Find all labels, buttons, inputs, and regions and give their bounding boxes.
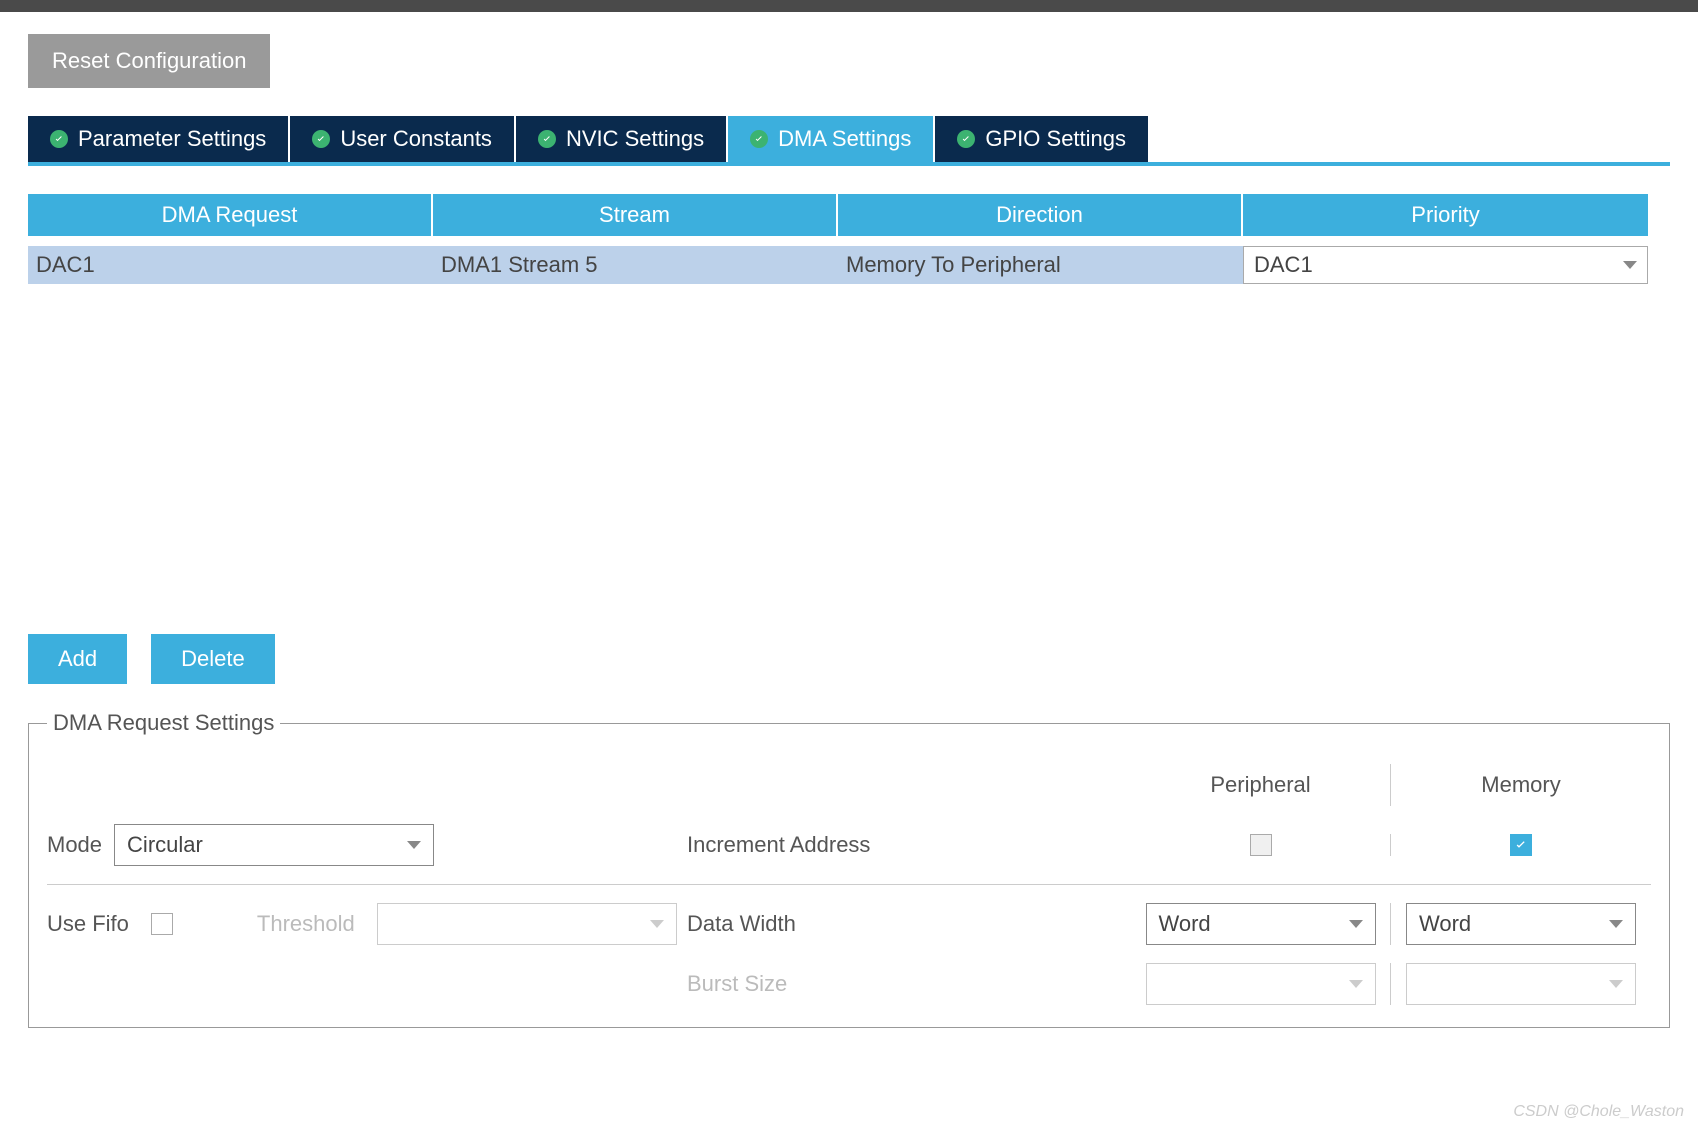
check-circle-icon: [538, 130, 556, 148]
burst-size-memory-select: [1406, 963, 1636, 1005]
data-width-peripheral-select[interactable]: Word: [1146, 903, 1376, 945]
table-actions: Add Delete: [28, 634, 1670, 684]
divider: [47, 884, 1651, 885]
dma-request-settings-group: DMA Request Settings Peripheral Memory M…: [28, 710, 1670, 1028]
td-priority: DAC1: [1243, 246, 1648, 284]
window-top-bar: [0, 0, 1698, 12]
chevron-down-icon: [650, 920, 664, 928]
col-header-memory: Memory: [1391, 764, 1651, 806]
mode-select-value: Circular: [127, 832, 203, 858]
chevron-down-icon: [1349, 980, 1363, 988]
data-width-label: Data Width: [687, 911, 1131, 937]
tab-label: Parameter Settings: [78, 126, 266, 152]
col-header-peripheral: Peripheral: [1131, 764, 1391, 806]
use-fifo-label: Use Fifo: [47, 911, 129, 937]
tab-nvic-settings[interactable]: NVIC Settings: [516, 116, 728, 162]
settings-legend: DMA Request Settings: [47, 710, 280, 736]
th-dma-request: DMA Request: [28, 194, 433, 236]
increment-peripheral-checkbox: [1250, 834, 1272, 856]
check-circle-icon: [750, 130, 768, 148]
data-width-memory-value: Word: [1419, 911, 1471, 937]
mode-select[interactable]: Circular: [114, 824, 434, 866]
tabs-bar: Parameter Settings User Constants NVIC S…: [28, 116, 1670, 166]
increment-memory-checkbox[interactable]: [1510, 834, 1532, 856]
tab-label: User Constants: [340, 126, 492, 152]
data-width-peripheral-value: Word: [1159, 911, 1211, 937]
table-header-row: DMA Request Stream Direction Priority: [28, 194, 1670, 236]
chevron-down-icon: [1609, 980, 1623, 988]
th-priority: Priority: [1243, 194, 1648, 236]
tab-label: GPIO Settings: [985, 126, 1126, 152]
td-direction[interactable]: Memory To Peripheral: [838, 246, 1243, 284]
table-row[interactable]: DAC1 DMA1 Stream 5 Memory To Peripheral …: [28, 246, 1670, 284]
tab-label: DMA Settings: [778, 126, 911, 152]
chevron-down-icon: [1349, 920, 1363, 928]
increment-address-label: Increment Address: [687, 832, 1131, 858]
threshold-select: [377, 903, 677, 945]
burst-size-peripheral-select: [1146, 963, 1376, 1005]
check-circle-icon: [312, 130, 330, 148]
watermark: CSDN @Chole_Waston: [1513, 1103, 1684, 1121]
th-stream: Stream: [433, 194, 838, 236]
priority-select-value: DAC1: [1254, 252, 1313, 278]
th-direction: Direction: [838, 194, 1243, 236]
dma-table: DMA Request Stream Direction Priority DA…: [28, 194, 1670, 284]
chevron-down-icon: [1609, 920, 1623, 928]
delete-button[interactable]: Delete: [151, 634, 275, 684]
tab-parameter-settings[interactable]: Parameter Settings: [28, 116, 290, 162]
reset-configuration-button[interactable]: Reset Configuration: [28, 34, 270, 88]
tab-user-constants[interactable]: User Constants: [290, 116, 516, 162]
check-circle-icon: [957, 130, 975, 148]
threshold-label: Threshold: [257, 911, 355, 937]
td-dma-request[interactable]: DAC1: [28, 246, 433, 284]
chevron-down-icon: [1623, 261, 1637, 269]
use-fifo-checkbox[interactable]: [151, 913, 173, 935]
td-stream[interactable]: DMA1 Stream 5: [433, 246, 838, 284]
tab-label: NVIC Settings: [566, 126, 704, 152]
tab-dma-settings[interactable]: DMA Settings: [728, 116, 935, 162]
tab-gpio-settings[interactable]: GPIO Settings: [935, 116, 1150, 162]
chevron-down-icon: [407, 841, 421, 849]
priority-select[interactable]: DAC1: [1243, 246, 1648, 284]
data-width-memory-select[interactable]: Word: [1406, 903, 1636, 945]
burst-size-label: Burst Size: [687, 971, 1131, 997]
mode-label: Mode: [47, 832, 102, 858]
add-button[interactable]: Add: [28, 634, 127, 684]
check-circle-icon: [50, 130, 68, 148]
